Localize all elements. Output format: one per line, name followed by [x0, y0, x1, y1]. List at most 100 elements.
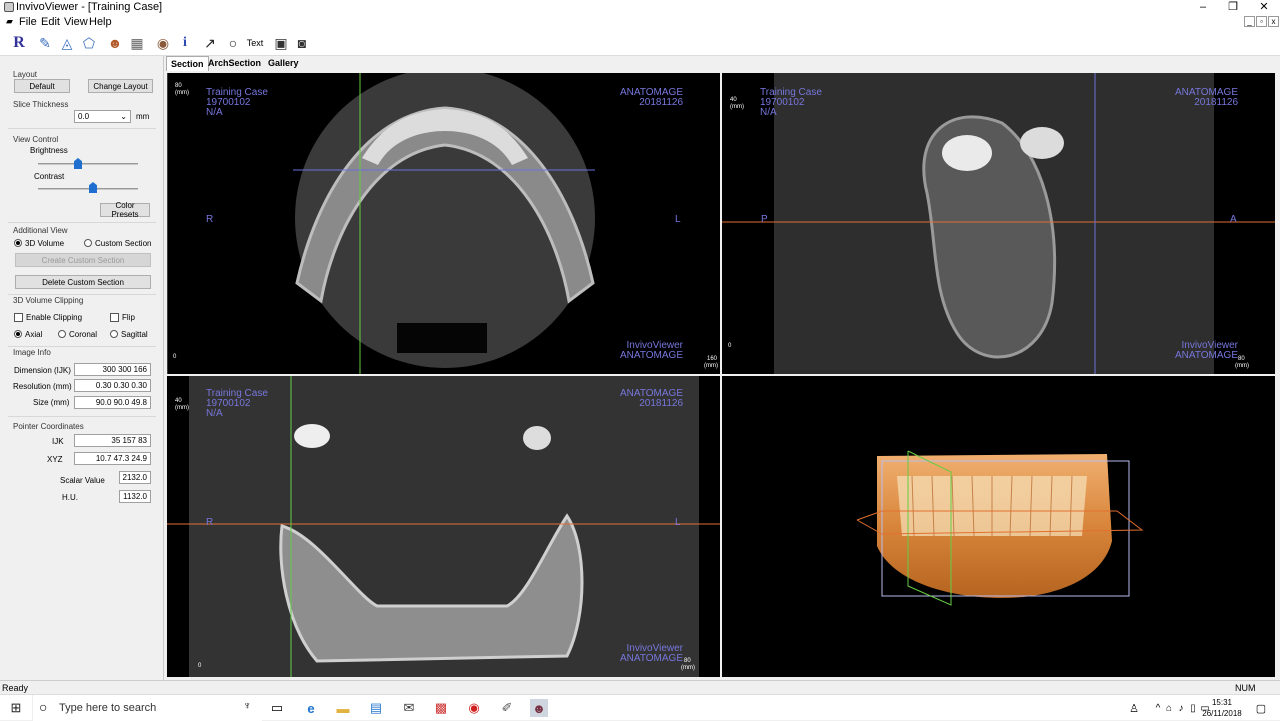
- xyz-label: XYZ: [47, 455, 63, 464]
- sketch-app-icon[interactable]: ✐: [498, 699, 516, 717]
- scale-zero-label: 0: [728, 343, 732, 349]
- axial-viewport[interactable]: Training Case 19700102 N/A ANATOMAGE 201…: [167, 73, 720, 374]
- info-icon[interactable]: i: [175, 33, 195, 53]
- image-info-heading: Image Info: [13, 348, 51, 357]
- restore-button[interactable]: ❐: [1217, 0, 1249, 15]
- axial-slice-image: [167, 73, 595, 374]
- volume-3d-viewport[interactable]: [722, 376, 1275, 677]
- change-layout-button[interactable]: Change Layout: [88, 79, 153, 93]
- sagittal-label: Sagittal: [121, 330, 148, 339]
- sagittal-overlay-patient: Training Case 19700102 N/A: [760, 88, 822, 118]
- face-icon[interactable]: ☻: [105, 33, 125, 53]
- brightness-slider-thumb[interactable]: [74, 158, 82, 169]
- scan-date: 20181126: [1194, 97, 1238, 108]
- reset-icon[interactable]: R: [9, 33, 29, 53]
- edge-browser-icon[interactable]: e: [302, 699, 320, 717]
- contrast-slider-track[interactable]: [38, 188, 138, 190]
- hu-label: H.U.: [62, 493, 78, 502]
- brightness-slider-track[interactable]: [38, 163, 138, 165]
- people-icon[interactable]: ♙: [1125, 699, 1143, 717]
- scale-unit-label: (mm): [1235, 363, 1249, 369]
- clipping-heading: 3D Volume Clipping: [13, 296, 84, 305]
- coronal-overlay-patient: Training Case 19700102 N/A: [206, 389, 268, 419]
- mdi-restore-button[interactable]: ▫: [1256, 16, 1267, 27]
- color-presets-button[interactable]: Color Presets: [100, 201, 150, 219]
- media-app-icon[interactable]: ▩: [432, 699, 450, 717]
- dimension-field: 300 300 166: [74, 363, 151, 376]
- resolution-label: Resolution (mm): [13, 382, 72, 391]
- scale-unit-label: (mm): [730, 104, 744, 110]
- slice-thickness-value: 0.0: [78, 112, 90, 121]
- coronal-radio[interactable]: [58, 330, 66, 338]
- file-explorer-icon[interactable]: ▬: [334, 699, 352, 717]
- sagittal-radio[interactable]: [110, 330, 118, 338]
- default-layout-button[interactable]: Default: [14, 79, 70, 93]
- coronal-viewport[interactable]: Training Case 19700102 N/A ANATOMAGE 201…: [167, 376, 720, 677]
- tab-section[interactable]: Section: [166, 56, 209, 71]
- size-label: Size (mm): [33, 398, 70, 407]
- axial-radio[interactable]: [14, 330, 22, 338]
- clock[interactable]: 15:31 26/11/2018: [1200, 697, 1244, 719]
- contrast-label: Contrast: [34, 172, 65, 181]
- menu-file[interactable]: File: [19, 16, 37, 28]
- orientation-left-label: P: [761, 214, 768, 225]
- circle-tool-icon[interactable]: ○: [223, 33, 243, 53]
- custom-section-radio[interactable]: [84, 239, 92, 247]
- slice-thickness-select[interactable]: 0.0 ⌄: [74, 110, 131, 123]
- tab-archsection[interactable]: ArchSection: [204, 56, 265, 71]
- scale-zero-label: 0: [173, 354, 177, 360]
- status-bar: Ready NUM: [0, 680, 1280, 694]
- eye-icon[interactable]: ◉: [153, 33, 173, 53]
- invivo-viewer-taskbar-icon[interactable]: ☻: [530, 699, 548, 717]
- arrow-tool-icon[interactable]: ↗: [200, 33, 220, 53]
- status-text: Ready: [2, 683, 29, 693]
- mail-icon[interactable]: ✉: [400, 699, 418, 717]
- ijk-field: 35 157 83: [74, 434, 151, 447]
- notification-icon[interactable]: ▢: [1252, 699, 1270, 717]
- microphone-icon[interactable]: ♆: [243, 700, 251, 712]
- taskbar-search-box[interactable]: ○ Type here to search ♆: [32, 695, 262, 721]
- volume-radio[interactable]: [14, 239, 22, 247]
- minimize-button[interactable]: –: [1187, 0, 1219, 15]
- task-view-icon[interactable]: ▭: [268, 699, 286, 717]
- custom-section-label: Custom Section: [95, 239, 152, 248]
- case-na: N/A: [206, 107, 223, 118]
- menu-edit[interactable]: Edit: [41, 16, 60, 28]
- scalar-value-field: 2132.0: [119, 471, 151, 484]
- text-tool[interactable]: Text: [244, 33, 266, 53]
- menu-bar: ▰ File Edit View Help: [0, 15, 1280, 29]
- title-bar: InvivoViewer - [Training Case] – ❐ ✕: [0, 0, 1280, 15]
- measure-angle-icon[interactable]: ◬: [57, 33, 77, 53]
- close-button[interactable]: ✕: [1248, 0, 1280, 15]
- record-app-icon[interactable]: ◉: [465, 699, 483, 717]
- mdi-close-button[interactable]: x: [1268, 16, 1279, 27]
- orientation-left-label: R: [206, 517, 214, 528]
- measure-distance-icon[interactable]: ✎: [35, 33, 55, 53]
- grid-icon[interactable]: ▦: [127, 33, 147, 53]
- ijk-label: IJK: [52, 437, 64, 446]
- resolution-field: 0.30 0.30 0.30: [74, 379, 151, 392]
- divider: [8, 294, 156, 295]
- coronal-overlay-viewer: InvivoViewer ANATOMAGE: [620, 644, 683, 664]
- chevron-down-icon: ⌄: [120, 112, 127, 121]
- mdi-minimize-button[interactable]: _: [1244, 16, 1255, 27]
- hu-field: 1132.0: [119, 490, 151, 503]
- flip-checkbox[interactable]: [110, 313, 119, 322]
- film-icon[interactable]: ▣: [271, 33, 291, 53]
- brand-name: ANATOMAGE: [620, 350, 683, 361]
- document-icon: ▰: [6, 16, 13, 26]
- camera-icon[interactable]: ◙: [292, 33, 312, 53]
- menu-help[interactable]: Help: [89, 16, 112, 28]
- enable-clipping-checkbox[interactable]: [14, 313, 23, 322]
- store-icon[interactable]: ▤: [367, 699, 385, 717]
- additional-view-heading: Additional View: [13, 226, 68, 235]
- delete-custom-section-button[interactable]: Delete Custom Section: [15, 275, 151, 289]
- windows-start-icon[interactable]: ⊞: [7, 699, 25, 717]
- menu-view[interactable]: View: [64, 16, 88, 28]
- sagittal-viewport[interactable]: Training Case 19700102 N/A ANATOMAGE 201…: [722, 73, 1275, 374]
- tab-gallery[interactable]: Gallery: [264, 56, 303, 71]
- create-custom-section-button[interactable]: Create Custom Section: [15, 253, 151, 267]
- area-tool-icon[interactable]: ⬠: [79, 33, 99, 53]
- contrast-slider-thumb[interactable]: [89, 182, 97, 193]
- divider: [8, 222, 156, 223]
